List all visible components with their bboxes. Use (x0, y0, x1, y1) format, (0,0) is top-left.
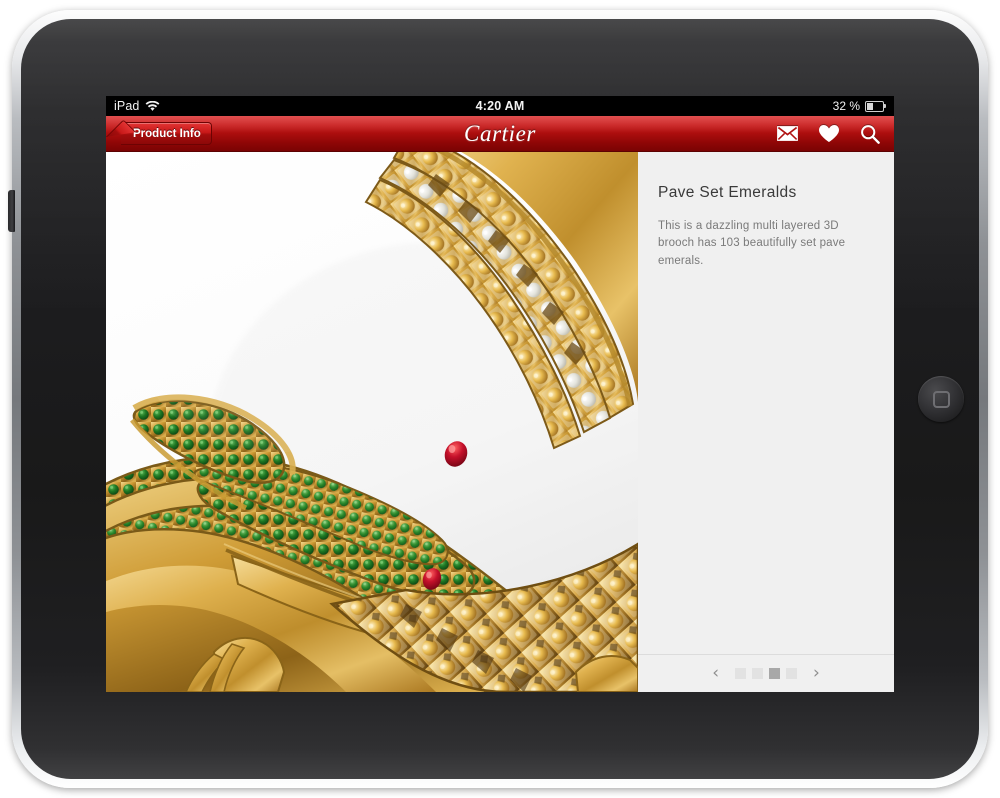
home-button[interactable] (918, 376, 964, 422)
chevron-right-icon[interactable]: › (809, 663, 824, 684)
battery-icon (865, 100, 886, 112)
pager-dots (735, 668, 797, 679)
status-bar-right: 32 % (833, 99, 886, 113)
image-pager: ‹ › (638, 654, 894, 692)
mail-button[interactable] (777, 126, 798, 141)
status-bar-clock: 4:20 AM (475, 99, 525, 113)
pager-dot[interactable] (786, 668, 797, 679)
pager-dot[interactable] (735, 668, 746, 679)
product-photo[interactable] (106, 152, 638, 692)
back-button-label: Product Info (133, 127, 201, 140)
pager-dot[interactable] (752, 668, 763, 679)
battery-percent-label: 32 % (832, 99, 860, 113)
power-button[interactable] (8, 190, 15, 232)
back-button-product-info[interactable]: Product Info (121, 122, 212, 145)
home-rounded-square-icon (932, 390, 950, 408)
mail-icon (777, 126, 798, 141)
product-info-body: Pave Set Emeralds This is a dazzling mul… (638, 152, 894, 270)
product-title: Pave Set Emeralds (658, 184, 797, 201)
app-navigation-bar: Product Info Cartier (106, 116, 894, 152)
favorites-button[interactable] (818, 124, 840, 143)
screenshot-root: iPad 4:20 AM 32 % Product Info Cartier P… (0, 0, 1000, 798)
status-bar: iPad 4:20 AM 32 % (106, 96, 894, 116)
product-description: This is a dazzling multi layered 3D broo… (658, 220, 846, 267)
nav-action-group (777, 124, 880, 144)
product-photo-image (106, 152, 638, 692)
tablet-screen: iPad 4:20 AM 32 % Product Info Cartier P… (106, 96, 894, 692)
product-info-panel: Pave Set Emeralds This is a dazzling mul… (638, 152, 894, 692)
search-icon (861, 124, 880, 144)
heart-icon (819, 125, 839, 142)
pager-dot-active[interactable] (769, 668, 780, 679)
chevron-left-icon[interactable]: ‹ (708, 663, 723, 684)
search-button[interactable] (860, 124, 880, 144)
brand-logo-cartier: Cartier (464, 120, 536, 146)
content-area: Pave Set Emeralds This is a dazzling mul… (106, 152, 894, 692)
